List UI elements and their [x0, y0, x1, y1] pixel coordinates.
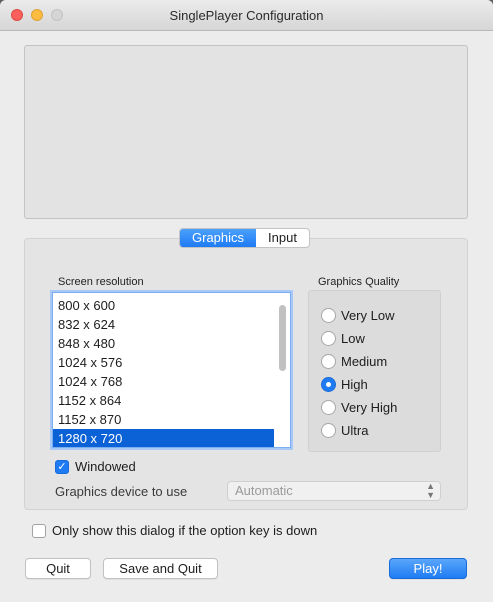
- quality-option-label: High: [341, 376, 368, 392]
- save-and-quit-button[interactable]: Save and Quit: [103, 558, 218, 579]
- windowed-checkbox[interactable]: ✓: [55, 459, 69, 474]
- graphics-device-value: Automatic: [235, 483, 293, 498]
- quality-option-label: Very High: [341, 399, 398, 415]
- list-scrollbar-thumb[interactable]: [279, 305, 286, 371]
- radio-button[interactable]: [321, 422, 336, 438]
- radio-button[interactable]: [321, 330, 336, 346]
- quality-option-label: Ultra: [341, 422, 369, 438]
- radio-button[interactable]: [321, 307, 336, 323]
- quality-option-high[interactable]: High: [321, 375, 368, 393]
- list-item-selected[interactable]: 1280 x 720: [53, 429, 274, 447]
- graphics-device-label: Graphics device to use: [55, 484, 188, 499]
- radio-button[interactable]: [321, 399, 336, 415]
- tab-bar: Graphics Input: [179, 228, 310, 248]
- screen-resolution-label: Screen resolution: [58, 276, 144, 288]
- quality-option-very-low[interactable]: Very Low: [321, 306, 394, 324]
- quality-option-label: Low: [341, 330, 365, 346]
- chevron-up-down-icon: ▲ ▼: [426, 481, 435, 500]
- quality-option-low[interactable]: Low: [321, 329, 365, 347]
- option-key-label: Only show this dialog if the option key …: [52, 523, 318, 538]
- list-item[interactable]: 1024 x 576: [53, 353, 274, 372]
- tab-graphics[interactable]: Graphics: [180, 229, 257, 247]
- radio-button-selected[interactable]: [321, 376, 336, 392]
- quality-option-label: Medium: [341, 353, 388, 369]
- graphics-device-select[interactable]: Automatic ▲ ▼: [227, 481, 441, 501]
- tab-input[interactable]: Input: [256, 229, 309, 247]
- option-key-checkbox[interactable]: [32, 523, 46, 538]
- graphics-quality-label: Graphics Quality: [318, 276, 400, 288]
- quit-button[interactable]: Quit: [25, 558, 91, 579]
- quality-option-medium[interactable]: Medium: [321, 352, 387, 370]
- list-item[interactable]: 800 x 600: [53, 296, 274, 315]
- quality-option-label: Very Low: [341, 307, 395, 323]
- title-bar: SinglePlayer Configuration: [0, 0, 493, 31]
- quality-option-ultra[interactable]: Ultra: [321, 421, 368, 439]
- list-item[interactable]: 848 x 480: [53, 334, 274, 353]
- radio-button[interactable]: [321, 353, 336, 369]
- list-item[interactable]: 1152 x 864: [53, 391, 274, 410]
- config-window: SinglePlayer Configuration Graphics Inpu…: [0, 0, 493, 602]
- window-title: SinglePlayer Configuration: [169, 8, 324, 23]
- play-button[interactable]: Play!: [389, 558, 467, 579]
- resolution-list[interactable]: 800 x 600 832 x 624 848 x 480 1024 x 576…: [52, 292, 291, 448]
- list-item[interactable]: 1024 x 768: [53, 372, 274, 391]
- list-item[interactable]: 832 x 624: [53, 315, 274, 334]
- quality-option-very-high[interactable]: Very High: [321, 398, 397, 416]
- option-key-option[interactable]: Only show this dialog if the option key …: [32, 523, 317, 538]
- banner-image-area: [24, 45, 468, 219]
- list-item[interactable]: 1152 x 870: [53, 410, 274, 429]
- windowed-option[interactable]: ✓ Windowed: [55, 459, 136, 474]
- windowed-label: Windowed: [75, 459, 136, 474]
